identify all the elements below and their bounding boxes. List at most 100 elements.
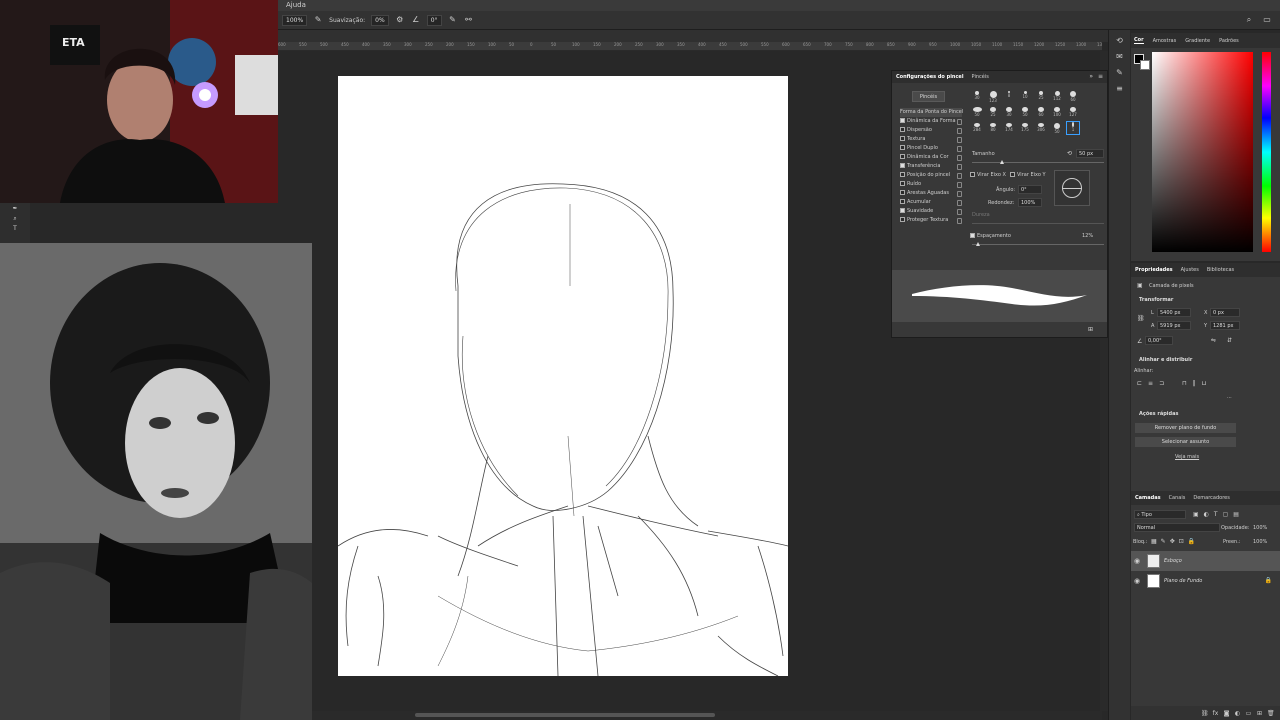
checkbox[interactable]	[900, 181, 905, 186]
brushes-button[interactable]: Pincéis	[912, 91, 945, 102]
tab-gradients[interactable]: Gradiente	[1185, 38, 1210, 44]
x-input[interactable]: 0 px	[1210, 308, 1240, 317]
checkbox[interactable]	[970, 233, 975, 238]
brush-tip[interactable]: 60	[1034, 107, 1048, 118]
option-build-up[interactable]: Acumular	[900, 198, 962, 207]
tab-color[interactable]: Cor	[1134, 37, 1144, 44]
lock-icon[interactable]	[957, 128, 962, 134]
link-layers-icon[interactable]: ⛓	[1201, 710, 1209, 717]
lock-icon[interactable]	[957, 173, 962, 179]
pen-tool-icon[interactable]: ✒	[10, 205, 20, 213]
pressure-size-icon[interactable]: ✎	[448, 15, 458, 25]
lock-all-icon[interactable]: 🔒	[1188, 538, 1195, 545]
option-color-dynamics[interactable]: Dinâmica da Cor	[900, 153, 962, 162]
reset-size-icon[interactable]: ⟲	[1067, 150, 1072, 157]
new-group-icon[interactable]: ▭	[1245, 710, 1252, 717]
lock-icon[interactable]	[957, 137, 962, 143]
height-input[interactable]: 5919 px	[1157, 321, 1191, 330]
filter-shape-icon[interactable]: ▢	[1223, 511, 1229, 518]
lock-icon[interactable]	[957, 146, 962, 152]
align-center-h-icon[interactable]: ≡	[1148, 380, 1153, 387]
tab-paths[interactable]: Demarcadores	[1193, 495, 1229, 501]
checkbox[interactable]	[900, 199, 905, 204]
text-tool-icon[interactable]: T	[10, 225, 20, 233]
brush-tip[interactable]: 50	[1018, 107, 1032, 118]
checkbox[interactable]	[900, 208, 905, 213]
checkbox[interactable]	[900, 127, 905, 132]
history-icon[interactable]: ⟲	[1115, 36, 1125, 46]
select-subject-button[interactable]: Selecionar assunto	[1135, 437, 1236, 447]
fill-input[interactable]: 100%	[1253, 539, 1267, 545]
checkbox[interactable]	[900, 217, 905, 222]
horizontal-scroll-thumb[interactable]	[415, 713, 715, 717]
spacing-slider[interactable]	[972, 244, 1104, 245]
filter-pixel-icon[interactable]: ▣	[1193, 511, 1199, 518]
brush-tip[interactable]: 284	[970, 123, 984, 133]
layer-row[interactable]: ◉ Plano de Fundo 🔒	[1131, 571, 1280, 591]
tab-layers[interactable]: Camadas	[1135, 495, 1161, 501]
filter-adjustment-icon[interactable]: ◐	[1204, 511, 1209, 518]
size-slider-handle[interactable]	[1000, 160, 1004, 164]
tab-adjustments[interactable]: Ajustes	[1181, 267, 1199, 273]
align-bottom-icon[interactable]: ⊔	[1202, 380, 1207, 387]
layer-filter-select[interactable]: ⌕ Tipo	[1134, 510, 1186, 519]
remove-background-button[interactable]: Remover plano de fundo	[1135, 423, 1236, 433]
option-smoothing[interactable]: Suavidade	[900, 207, 962, 216]
new-brush-icon[interactable]: ⊞	[1088, 326, 1093, 333]
brush-tip[interactable]: 174	[1002, 123, 1016, 133]
brush-tip[interactable]: 25	[986, 107, 1000, 118]
airbrush-pressure-icon[interactable]: ✎	[313, 15, 323, 25]
brush-tip[interactable]: 112	[1050, 91, 1064, 102]
lock-icon[interactable]	[957, 164, 962, 170]
roundness-input[interactable]: 100%	[1018, 198, 1042, 207]
search-icon[interactable]: ⌕	[1244, 15, 1254, 25]
symmetry-icon[interactable]: ⚯	[464, 15, 474, 25]
adjustment-layer-icon[interactable]: ◐	[1234, 710, 1241, 717]
option-noise[interactable]: Ruído	[900, 180, 962, 189]
align-left-icon[interactable]: ⊏	[1137, 380, 1142, 387]
tab-libraries[interactable]: Bibliotecas	[1207, 267, 1234, 273]
brush-tip[interactable]: 60	[1066, 91, 1080, 103]
panel-collapse-icon[interactable]: »	[1089, 73, 1093, 80]
lock-artboard-icon[interactable]: ⊡	[1179, 538, 1184, 545]
brush-tip[interactable]: 10	[1018, 91, 1032, 100]
visibility-eye-icon[interactable]: ◉	[1134, 571, 1140, 591]
angle-input[interactable]: 0°	[426, 14, 442, 26]
brush-tip[interactable]: 306	[1034, 123, 1048, 133]
lock-transparent-icon[interactable]: ▦	[1151, 538, 1157, 545]
brush-tip[interactable]: 30	[970, 91, 984, 101]
zoom-tool-icon[interactable]: ⌕	[10, 215, 20, 223]
option-transfer[interactable]: Transferência	[900, 162, 962, 171]
link-dimensions-icon[interactable]: ⛓	[1137, 315, 1145, 322]
align-right-icon[interactable]: ⊐	[1159, 380, 1164, 387]
visibility-eye-icon[interactable]: ◉	[1134, 551, 1140, 571]
checkbox[interactable]	[1010, 172, 1015, 177]
see-more-link[interactable]: Veja mais	[1175, 454, 1199, 460]
flip-x-option[interactable]: Virar Eixo X	[970, 172, 1006, 178]
smoothing-input[interactable]: 0%	[371, 14, 389, 26]
comments-icon[interactable]: ✉	[1115, 52, 1125, 62]
spacing-option[interactable]: Espaçamento	[970, 233, 1011, 239]
adjustment-icon[interactable]: ≡	[1115, 84, 1125, 94]
background-color-swatch[interactable]	[1140, 60, 1150, 70]
brush-tip[interactable]: 127	[1066, 107, 1080, 118]
color-saturation-field[interactable]	[1152, 52, 1253, 252]
layer-mask-icon[interactable]: ◙	[1223, 710, 1230, 717]
size-input[interactable]: 50 px	[1076, 149, 1104, 158]
opacity-input[interactable]: 100%	[1253, 525, 1267, 531]
y-input[interactable]: 1281 px	[1210, 321, 1240, 330]
flip-y-option[interactable]: Virar Eixo Y	[1010, 172, 1046, 178]
lock-icon[interactable]	[957, 191, 962, 197]
tab-brush-settings[interactable]: Configurações do pincel	[896, 74, 964, 80]
lock-paint-icon[interactable]: ✎	[1161, 538, 1166, 545]
rotation-input[interactable]: 0,00°	[1145, 336, 1173, 345]
panel-menu-icon[interactable]: ≡	[1098, 73, 1103, 80]
option-brush-tip-shape[interactable]: Forma da Ponta do Pincel	[900, 108, 963, 117]
angle-roundness-widget[interactable]	[1054, 170, 1090, 206]
workspace-icon[interactable]: ▭	[1262, 15, 1272, 25]
flip-horizontal-icon[interactable]: ⇋	[1211, 337, 1216, 344]
brush-tip[interactable]: 8	[1002, 91, 1016, 99]
checkbox[interactable]	[900, 118, 905, 123]
option-texture[interactable]: Textura	[900, 135, 962, 144]
lock-icon[interactable]	[957, 119, 962, 125]
